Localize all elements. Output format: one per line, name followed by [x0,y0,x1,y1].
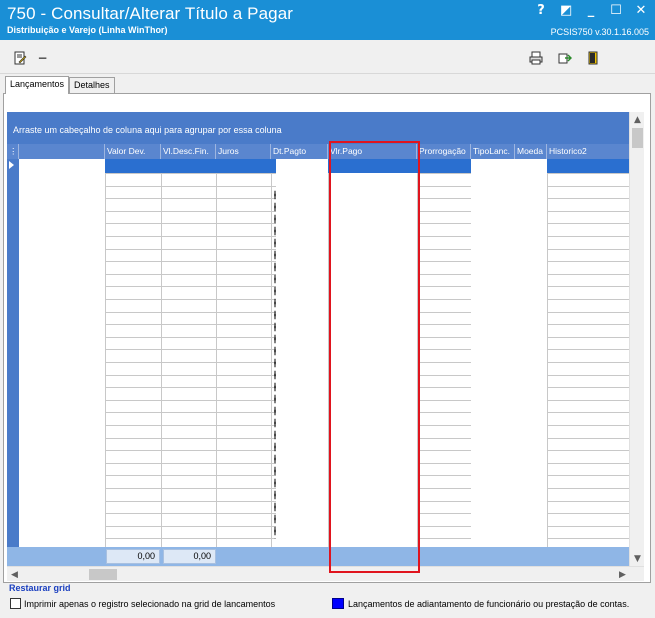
column-header-moeda[interactable]: Moeda [515,144,547,159]
column-header-valor-dev[interactable]: Valor Dev. [105,144,161,159]
title-bar: 750 - Consultar/Alterar Título a Pagar D… [0,0,655,40]
exit-door-icon[interactable] [584,49,601,66]
scroll-up-icon[interactable]: ▲ [630,112,645,127]
grid-body[interactable] [7,159,629,547]
export-icon[interactable] [556,49,573,66]
grid-column-line [161,159,162,547]
tab-lancamentos[interactable]: Lançamentos [5,76,70,94]
column-header-blank[interactable] [19,144,105,159]
version-label: PCSIS750 v.30.1.16.005 [550,27,649,37]
scroll-left-icon[interactable]: ◀ [7,567,22,582]
column-chooser-icon[interactable]: ⋮ [7,144,19,159]
horizontal-scroll-thumb[interactable] [89,569,117,580]
column-header-historico2[interactable]: Historico2 [547,144,629,159]
current-row-arrow-icon [9,161,14,169]
print-only-option: Imprimir apenas o registro selecionado n… [10,598,275,609]
grid-column-line [271,159,272,547]
minimize-button[interactable]: _ [585,3,597,18]
dt-pagto-blank-area [276,159,328,547]
scroll-right-icon[interactable]: ▶ [615,567,630,582]
group-by-hint: Arraste um cabeçalho de coluna aqui para… [13,125,282,135]
window-subtitle: Distribuição e Varejo (Linha WinThor) [7,25,168,35]
tab-detalhes[interactable]: Detalhes [69,77,115,94]
column-header-vlr-pago[interactable]: Vlr.Pago [328,144,417,159]
totals-row: 0,00 0,00 [7,547,629,566]
tipolanc-moeda-blank-area [471,159,547,547]
column-header-prorrogacao[interactable]: Prorrogação [417,144,471,159]
grid-column-line [216,159,217,547]
restore-layout-button[interactable]: ◩ [560,3,572,18]
window-controls: ? ◩ _ ☐ ✕ [535,3,647,18]
column-header-dt-pagto[interactable]: Dt.Pagto [271,144,328,159]
truncated-date-marks [274,189,276,539]
grid-column-line [547,159,548,547]
grid-column-line [417,159,418,547]
edit-document-icon[interactable] [11,49,28,66]
print-only-checkbox[interactable] [10,598,21,609]
toolbar: − [0,40,655,74]
tab-strip: Lançamentos Detalhes [0,74,655,94]
total-vl-desc-fin: 0,00 [163,549,216,564]
blank-column-area [19,159,105,547]
restore-grid-link[interactable]: Restaurar grid [9,583,71,593]
column-header-juros[interactable]: Juros [216,144,271,159]
legend-color-swatch [332,598,344,609]
window-title: 750 - Consultar/Alterar Título a Pagar [7,4,294,23]
minus-icon[interactable]: − [34,49,51,66]
horizontal-scrollbar[interactable]: ◀ ▶ [7,566,644,581]
grid-column-line [105,159,106,547]
print-only-label: Imprimir apenas o registro selecionado n… [24,598,276,609]
maximize-button[interactable]: ☐ [610,3,622,18]
total-valor-dev: 0,00 [106,549,160,564]
print-icon[interactable] [527,49,544,66]
legend: Lançamentos de adiantamento de funcionár… [332,598,629,609]
minus-glyph: − [37,50,48,65]
vlr-pago-blank-area [329,173,417,547]
grid-header: ⋮ Valor Dev. Vl.Desc.Fin. Juros Dt.Pagto… [7,144,629,159]
column-header-tipolanc[interactable]: TipoLanc. [471,144,515,159]
vertical-scroll-thumb[interactable] [632,128,643,148]
legend-label: Lançamentos de adiantamento de funcionár… [348,598,630,609]
row-indicator-column [7,159,19,547]
close-button[interactable]: ✕ [635,3,647,18]
vertical-scrollbar[interactable]: ▲ ▼ [629,112,644,566]
column-header-vl-desc-fin[interactable]: Vl.Desc.Fin. [161,144,216,159]
scroll-down-icon[interactable]: ▼ [630,551,645,566]
help-button[interactable]: ? [535,3,547,18]
group-by-area[interactable]: Arraste um cabeçalho de coluna aqui para… [7,112,629,144]
